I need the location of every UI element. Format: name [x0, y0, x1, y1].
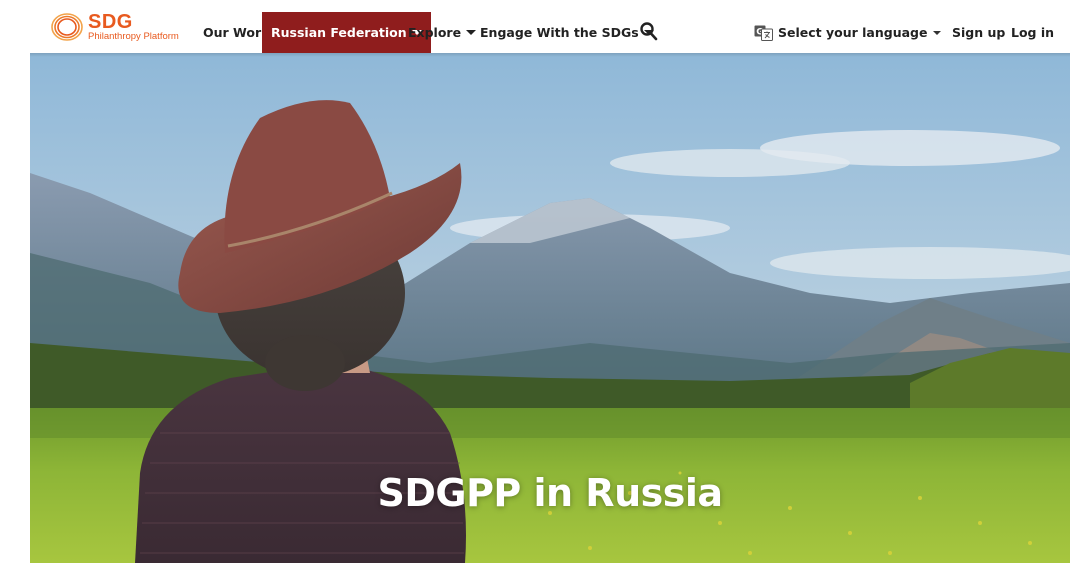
nav-engage-label: Engage With the SDGs — [480, 25, 639, 40]
search-button[interactable] — [638, 20, 660, 44]
nav-explore-label: Explore — [408, 25, 462, 40]
top-navigation: SDG Philanthropy Platform Our Work Russi… — [0, 0, 1070, 53]
signup-link[interactable]: Sign up — [952, 12, 1005, 53]
nav-our-work[interactable]: Our Work — [203, 12, 269, 53]
sdg-ring-logo-icon — [51, 13, 83, 41]
logo-name: SDG — [88, 11, 133, 34]
logo-tagline: Philanthropy Platform — [88, 31, 179, 43]
google-translate-icon: G — [754, 25, 773, 41]
login-link[interactable]: Log in — [1011, 12, 1054, 53]
nav-our-work-label: Our Work — [203, 25, 270, 40]
language-label: Select your language — [778, 25, 928, 40]
language-selector[interactable]: G Select your language — [754, 12, 942, 53]
hero-banner: SDGPP in Russia — [30, 53, 1070, 563]
nav-shadow — [30, 53, 1070, 57]
logo-wordmark: SDG Philanthropy Platform — [88, 12, 179, 42]
sdg-logo[interactable]: SDG Philanthropy Platform — [50, 12, 190, 42]
caret-down-icon — [933, 30, 942, 35]
nav-explore[interactable]: Explore — [408, 12, 477, 53]
nav-engage[interactable]: Engage With the SDGs — [480, 12, 654, 53]
search-icon — [640, 22, 658, 41]
nav-russian-federation-label: Russian Federation — [271, 25, 407, 40]
hero-title: SDGPP in Russia — [377, 471, 723, 515]
caret-down-icon — [466, 30, 477, 35]
signup-label: Sign up — [952, 25, 1006, 40]
login-label: Log in — [1011, 25, 1055, 40]
nav-russian-federation[interactable]: Russian Federation — [262, 12, 431, 53]
